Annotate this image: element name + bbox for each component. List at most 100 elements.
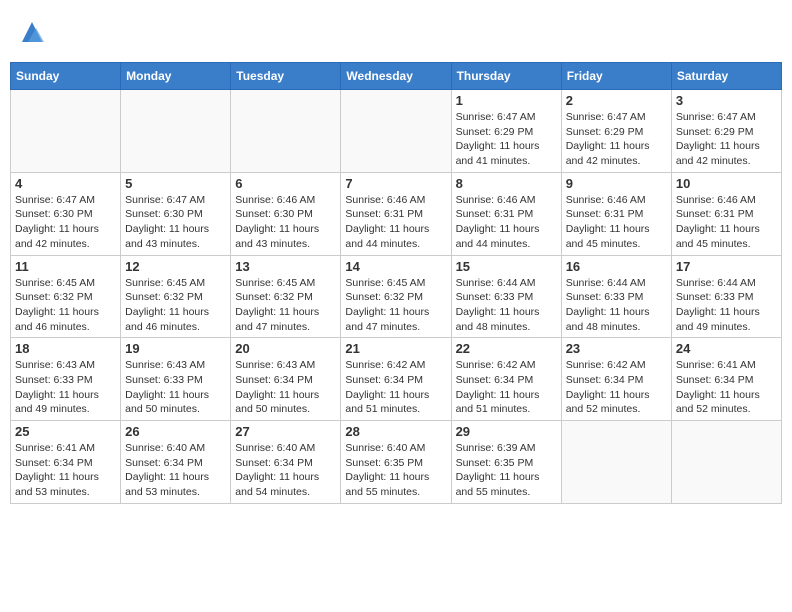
- day-number: 7: [345, 176, 446, 191]
- calendar-cell: 22 Sunrise: 6:42 AM Sunset: 6:34 PM Dayli…: [451, 338, 561, 421]
- calendar-cell: [231, 90, 341, 173]
- day-info: Sunrise: 6:43 AM Sunset: 6:34 PM Dayligh…: [235, 358, 336, 417]
- day-number: 14: [345, 259, 446, 274]
- calendar-cell: 3 Sunrise: 6:47 AM Sunset: 6:29 PM Daylig…: [671, 90, 781, 173]
- calendar-cell: 20 Sunrise: 6:43 AM Sunset: 6:34 PM Dayli…: [231, 338, 341, 421]
- calendar-cell: 17 Sunrise: 6:44 AM Sunset: 6:33 PM Dayli…: [671, 255, 781, 338]
- calendar-cell: 7 Sunrise: 6:46 AM Sunset: 6:31 PM Daylig…: [341, 172, 451, 255]
- day-info: Sunrise: 6:42 AM Sunset: 6:34 PM Dayligh…: [345, 358, 446, 417]
- calendar-cell: 21 Sunrise: 6:42 AM Sunset: 6:34 PM Dayli…: [341, 338, 451, 421]
- calendar-cell: 19Sunrise: 6:43 AM Sunset: 6:33 PM Dayli…: [121, 338, 231, 421]
- day-number: 19: [125, 341, 226, 356]
- calendar-table: SundayMondayTuesdayWednesdayThursdayFrid…: [10, 62, 782, 504]
- day-info: Sunrise: 6:42 AM Sunset: 6:34 PM Dayligh…: [566, 358, 667, 417]
- calendar-cell: 14Sunrise: 6:45 AM Sunset: 6:32 PM Dayli…: [341, 255, 451, 338]
- calendar-week-row: 11 Sunrise: 6:45 AM Sunset: 6:32 PM Dayli…: [11, 255, 782, 338]
- day-of-week-header: Sunday: [11, 63, 121, 90]
- calendar-week-row: 4 Sunrise: 6:47 AM Sunset: 6:30 PM Daylig…: [11, 172, 782, 255]
- day-info: Sunrise: 6:47 AM Sunset: 6:29 PM Dayligh…: [676, 110, 777, 169]
- day-info: Sunrise: 6:45 AM Sunset: 6:32 PM Dayligh…: [235, 276, 336, 335]
- day-number: 9: [566, 176, 667, 191]
- calendar-cell: 13 Sunrise: 6:45 AM Sunset: 6:32 PM Dayli…: [231, 255, 341, 338]
- day-info: Sunrise: 6:40 AM Sunset: 6:34 PM Dayligh…: [235, 441, 336, 500]
- calendar-cell: [561, 421, 671, 504]
- calendar-week-row: 25 Sunrise: 6:41 AM Sunset: 6:34 PM Dayli…: [11, 421, 782, 504]
- day-of-week-header: Friday: [561, 63, 671, 90]
- day-number: 26: [125, 424, 226, 439]
- day-number: 8: [456, 176, 557, 191]
- calendar-cell: 25 Sunrise: 6:41 AM Sunset: 6:34 PM Dayli…: [11, 421, 121, 504]
- day-info: Sunrise: 6:46 AM Sunset: 6:31 PM Dayligh…: [345, 193, 446, 252]
- day-number: 4: [15, 176, 116, 191]
- day-number: 18: [15, 341, 116, 356]
- calendar-header-row: SundayMondayTuesdayWednesdayThursdayFrid…: [11, 63, 782, 90]
- calendar-cell: [671, 421, 781, 504]
- day-info: Sunrise: 6:45 AM Sunset: 6:32 PM Dayligh…: [15, 276, 116, 335]
- day-info: Sunrise: 6:47 AM Sunset: 6:30 PM Dayligh…: [125, 193, 226, 252]
- day-info: Sunrise: 6:46 AM Sunset: 6:31 PM Dayligh…: [676, 193, 777, 252]
- day-number: 29: [456, 424, 557, 439]
- day-info: Sunrise: 6:47 AM Sunset: 6:29 PM Dayligh…: [566, 110, 667, 169]
- day-info: Sunrise: 6:46 AM Sunset: 6:30 PM Dayligh…: [235, 193, 336, 252]
- day-number: 20: [235, 341, 336, 356]
- calendar-cell: 10 Sunrise: 6:46 AM Sunset: 6:31 PM Dayli…: [671, 172, 781, 255]
- day-number: 11: [15, 259, 116, 274]
- calendar-cell: 4 Sunrise: 6:47 AM Sunset: 6:30 PM Daylig…: [11, 172, 121, 255]
- day-number: 12: [125, 259, 226, 274]
- page-header: [10, 10, 782, 54]
- day-info: Sunrise: 6:40 AM Sunset: 6:35 PM Dayligh…: [345, 441, 446, 500]
- calendar-cell: 1 Sunrise: 6:47 AM Sunset: 6:29 PM Daylig…: [451, 90, 561, 173]
- day-info: Sunrise: 6:41 AM Sunset: 6:34 PM Dayligh…: [15, 441, 116, 500]
- day-number: 17: [676, 259, 777, 274]
- day-number: 22: [456, 341, 557, 356]
- calendar-cell: 11 Sunrise: 6:45 AM Sunset: 6:32 PM Dayli…: [11, 255, 121, 338]
- day-number: 28: [345, 424, 446, 439]
- day-info: Sunrise: 6:47 AM Sunset: 6:30 PM Dayligh…: [15, 193, 116, 252]
- calendar-cell: 9 Sunrise: 6:46 AM Sunset: 6:31 PM Daylig…: [561, 172, 671, 255]
- day-info: Sunrise: 6:42 AM Sunset: 6:34 PM Dayligh…: [456, 358, 557, 417]
- day-info: Sunrise: 6:46 AM Sunset: 6:31 PM Dayligh…: [456, 193, 557, 252]
- day-of-week-header: Thursday: [451, 63, 561, 90]
- day-number: 27: [235, 424, 336, 439]
- day-number: 24: [676, 341, 777, 356]
- day-info: Sunrise: 6:47 AM Sunset: 6:29 PM Dayligh…: [456, 110, 557, 169]
- day-number: 25: [15, 424, 116, 439]
- day-number: 1: [456, 93, 557, 108]
- calendar-cell: 15Sunrise: 6:44 AM Sunset: 6:33 PM Dayli…: [451, 255, 561, 338]
- day-of-week-header: Monday: [121, 63, 231, 90]
- day-info: Sunrise: 6:45 AM Sunset: 6:32 PM Dayligh…: [125, 276, 226, 335]
- calendar-cell: 12 Sunrise: 6:45 AM Sunset: 6:32 PM Dayli…: [121, 255, 231, 338]
- day-info: Sunrise: 6:46 AM Sunset: 6:31 PM Dayligh…: [566, 193, 667, 252]
- calendar-cell: 23Sunrise: 6:42 AM Sunset: 6:34 PM Dayli…: [561, 338, 671, 421]
- calendar-cell: [11, 90, 121, 173]
- calendar-cell: 28 Sunrise: 6:40 AM Sunset: 6:35 PM Dayli…: [341, 421, 451, 504]
- calendar-cell: [121, 90, 231, 173]
- calendar-cell: [341, 90, 451, 173]
- calendar-cell: 26 Sunrise: 6:40 AM Sunset: 6:34 PM Dayli…: [121, 421, 231, 504]
- calendar-cell: 24 Sunrise: 6:41 AM Sunset: 6:34 PM Dayli…: [671, 338, 781, 421]
- logo: [14, 18, 46, 46]
- day-number: 10: [676, 176, 777, 191]
- day-number: 2: [566, 93, 667, 108]
- calendar-cell: 29Sunrise: 6:39 AM Sunset: 6:35 PM Dayli…: [451, 421, 561, 504]
- calendar-cell: 27 Sunrise: 6:40 AM Sunset: 6:34 PM Dayli…: [231, 421, 341, 504]
- day-of-week-header: Wednesday: [341, 63, 451, 90]
- day-number: 3: [676, 93, 777, 108]
- day-of-week-header: Tuesday: [231, 63, 341, 90]
- day-number: 5: [125, 176, 226, 191]
- day-info: Sunrise: 6:44 AM Sunset: 6:33 PM Dayligh…: [676, 276, 777, 335]
- calendar-cell: 2 Sunrise: 6:47 AM Sunset: 6:29 PM Daylig…: [561, 90, 671, 173]
- calendar-week-row: 1 Sunrise: 6:47 AM Sunset: 6:29 PM Daylig…: [11, 90, 782, 173]
- calendar-cell: 5 Sunrise: 6:47 AM Sunset: 6:30 PM Daylig…: [121, 172, 231, 255]
- calendar-week-row: 18 Sunrise: 6:43 AM Sunset: 6:33 PM Dayli…: [11, 338, 782, 421]
- day-info: Sunrise: 6:41 AM Sunset: 6:34 PM Dayligh…: [676, 358, 777, 417]
- day-info: Sunrise: 6:44 AM Sunset: 6:33 PM Dayligh…: [566, 276, 667, 335]
- day-number: 15: [456, 259, 557, 274]
- day-number: 6: [235, 176, 336, 191]
- calendar-cell: 18 Sunrise: 6:43 AM Sunset: 6:33 PM Dayli…: [11, 338, 121, 421]
- day-info: Sunrise: 6:40 AM Sunset: 6:34 PM Dayligh…: [125, 441, 226, 500]
- day-number: 21: [345, 341, 446, 356]
- day-info: Sunrise: 6:43 AM Sunset: 6:33 PM Dayligh…: [15, 358, 116, 417]
- day-number: 13: [235, 259, 336, 274]
- day-of-week-header: Saturday: [671, 63, 781, 90]
